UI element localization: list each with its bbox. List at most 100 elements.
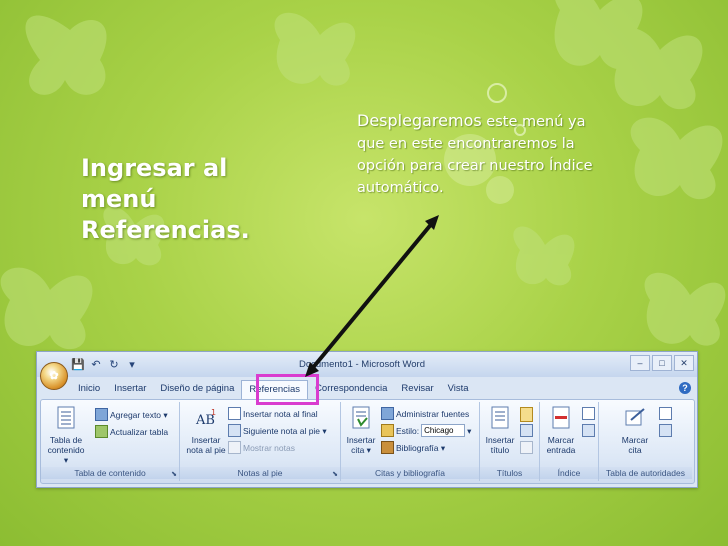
office-logo-icon: ✿ [49,370,59,382]
description-text: automático. [357,180,444,196]
mark-citation-icon [625,408,645,426]
tab-correspondencia[interactable]: Correspondencia [308,380,394,398]
cross-reference-icon[interactable] [520,441,533,454]
caption-icon [491,406,509,429]
tab-insertar[interactable]: Insertar [107,380,153,398]
citation-icon [352,406,370,429]
title-line: Referencias. [81,216,250,244]
button-label: Administrar fuentes [396,408,470,419]
title-line: menú [81,185,157,213]
redo-icon[interactable]: ↻ [107,358,121,372]
chevron-down-icon[interactable]: ▾ [467,425,471,437]
button-label: Siguiente nota al pie ▾ [243,425,327,436]
title-line: Ingresar al [81,154,228,182]
button-label: nota al pie [186,445,226,455]
slide-description: Desplegaremos este menú ya que en este e… [357,110,677,199]
footnote-icon: AB1 [195,408,216,428]
quick-access-toolbar: 💾 ↶ ↻ ▾ [71,357,139,373]
group-label: Tabla de contenido [41,467,179,479]
minimize-icon[interactable]: – [630,355,650,371]
description-lead: Desplegaremos [357,111,482,130]
button-label: cita [628,445,642,455]
update-table-icon [95,425,108,438]
title-bar: 💾 ↶ ↻ ▾ Documento1 - Microsoft Word – □ … [37,352,697,377]
help-icon[interactable]: ? [679,382,691,394]
button-label: Insertar nota al final [243,408,318,419]
show-notes-button[interactable]: Mostrar notas [228,441,295,454]
button-label: título [490,445,510,455]
mark-citation-button[interactable]: Marcar cita [615,406,655,455]
insert-table-of-authorities-icon[interactable] [659,407,672,420]
button-label: Marcar [621,435,649,445]
style-selector[interactable]: Estilo: Chicago ▾ [381,424,471,437]
add-text-button[interactable]: Agregar texto ▾ [95,408,168,421]
word-window: 💾 ↶ ↻ ▾ Documento1 - Microsoft Word – □ … [36,351,698,488]
button-label: Insertar [191,435,221,445]
dialog-launcher-icon[interactable]: ⬊ [332,470,338,478]
insert-footnote-button[interactable]: AB 1 Insertar nota al pie [184,406,228,455]
button-label: Tabla de [49,435,83,445]
customize-icon[interactable]: ▾ [125,358,139,372]
button-label: Estilo: [396,425,420,436]
style-combo[interactable]: Chicago [421,424,466,437]
ribbon: Tabla de contenido ▾ Agregar texto ▾ Act… [40,399,695,484]
manage-sources-icon [381,407,394,420]
tab-vista[interactable]: Vista [441,380,476,398]
insert-table-of-figures-icon[interactable] [520,407,533,422]
save-icon[interactable]: 💾 [71,358,85,372]
group-footnotes: AB 1 Insertar nota al pie Insertar nota a… [180,402,341,481]
close-icon[interactable]: ✕ [674,355,694,371]
button-label: entrada [546,445,576,455]
description-text: que en este encontraremos la [357,136,575,152]
window-controls: – □ ✕ [630,355,694,371]
style-icon [381,424,394,437]
group-label: Títulos [480,467,539,479]
show-notes-icon [228,441,241,454]
bibliography-button[interactable]: Bibliografía ▾ [381,441,445,454]
button-label: cita ▾ [351,445,371,455]
button-label: contenido ▾ [47,445,85,465]
group-label: Tabla de autoridades [599,467,692,479]
button-label: Mostrar notas [243,442,295,453]
tab-revisar[interactable]: Revisar [394,380,440,398]
group-citations: Insertar cita ▾ Administrar fuentes Esti… [341,402,480,481]
group-table-of-authorities: Marcar cita Tabla de autoridades [599,402,692,481]
group-label: Índice [540,467,598,479]
group-label: Citas y bibliografía [341,467,479,479]
office-button[interactable]: ✿ [40,362,68,390]
group-index: Marcar entrada Índice [540,402,599,481]
next-footnote-button[interactable]: Siguiente nota al pie ▾ [228,424,327,437]
dialog-launcher-icon[interactable]: ⬊ [171,470,177,478]
tab-diseno-de-pagina[interactable]: Diseño de página [153,380,241,398]
group-captions: Insertar título Títulos [480,402,540,481]
button-label: Insertar [485,435,515,445]
tab-inicio[interactable]: Inicio [71,380,107,398]
update-table-button[interactable]: Actualizar tabla [95,425,168,438]
table-of-contents-button[interactable]: Tabla de contenido ▾ [45,406,87,465]
mark-entry-icon [552,406,570,429]
button-label: Insertar [346,435,376,445]
insert-endnote-button[interactable]: Insertar nota al final [228,407,318,420]
endnote-icon [228,407,241,420]
maximize-icon[interactable]: □ [652,355,672,371]
insert-citation-button[interactable]: Insertar cita ▾ [343,406,379,455]
referencias-highlight-box [256,374,319,405]
description-text: este menú ya [481,114,586,130]
update-authorities-icon[interactable] [659,424,672,437]
mark-entry-button[interactable]: Marcar entrada [542,406,580,455]
table-of-contents-icon [57,406,75,429]
group-label: Notas al pie [180,467,340,479]
window-title: Documento1 - Microsoft Word [299,359,426,370]
insert-index-icon[interactable] [582,407,595,420]
slide-title: Ingresar al menú Referencias. [81,153,341,246]
bibliography-icon [381,441,394,454]
group-table-of-contents: Tabla de contenido ▾ Agregar texto ▾ Act… [41,402,180,481]
update-table-icon[interactable] [520,424,533,437]
undo-icon[interactable]: ↶ [89,358,103,372]
update-index-icon[interactable] [582,424,595,437]
manage-sources-button[interactable]: Administrar fuentes [381,407,469,420]
button-label: Marcar [547,435,575,445]
insert-caption-button[interactable]: Insertar título [482,406,518,455]
button-label: Agregar texto ▾ [110,409,168,420]
button-label: Actualizar tabla [110,426,169,437]
